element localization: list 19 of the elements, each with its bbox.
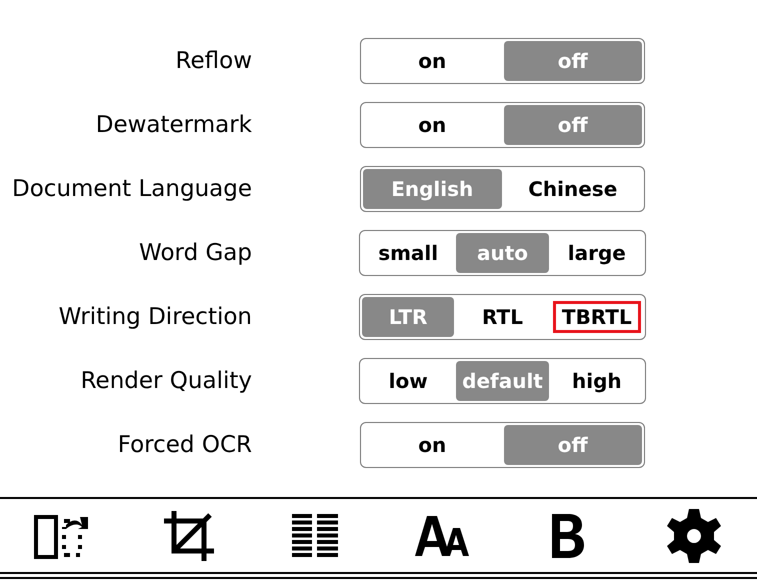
columns-icon[interactable] bbox=[292, 513, 338, 559]
option-button[interactable]: LTR bbox=[362, 297, 454, 337]
setting-label: Dewatermark bbox=[94, 110, 252, 140]
option-button[interactable]: default bbox=[456, 361, 549, 401]
option-button[interactable]: off bbox=[504, 105, 642, 145]
setting-label: Forced OCR bbox=[116, 430, 252, 460]
option-button[interactable]: auto bbox=[456, 233, 549, 273]
setting-label: Document Language bbox=[11, 174, 252, 204]
crop-icon[interactable] bbox=[164, 511, 214, 561]
option-button[interactable]: English bbox=[363, 169, 502, 209]
setting-label: Writing Direction bbox=[58, 302, 252, 332]
setting-label: Word Gap bbox=[138, 238, 252, 268]
bold-icon[interactable] bbox=[552, 514, 584, 558]
option-button[interactable]: off bbox=[504, 41, 642, 81]
setting-label: Render Quality bbox=[80, 366, 252, 396]
settings-icon[interactable] bbox=[666, 509, 721, 563]
setting-label: Reflow bbox=[174, 46, 252, 76]
option-button[interactable]: off bbox=[504, 425, 642, 465]
font-size-icon[interactable] bbox=[414, 516, 469, 556]
